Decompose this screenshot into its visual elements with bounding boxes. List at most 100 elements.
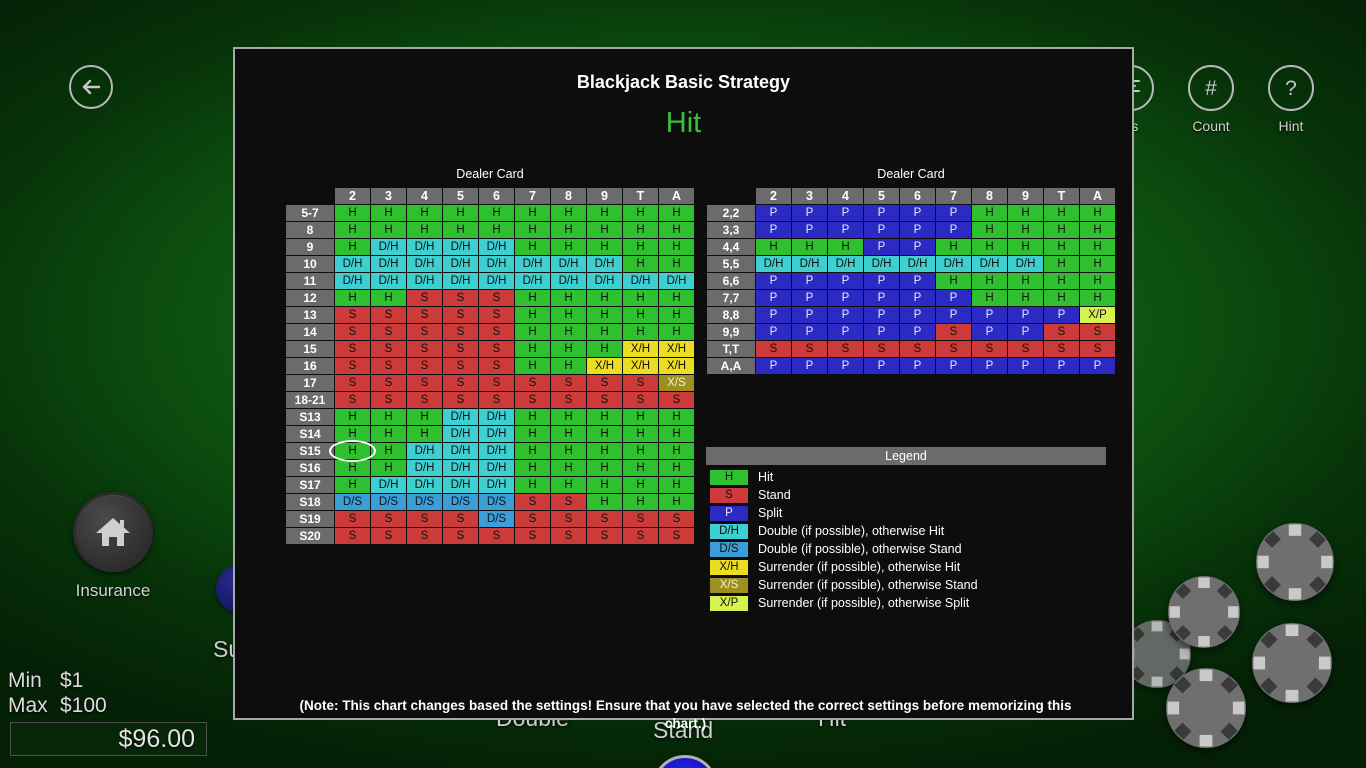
row-header-S20: S20 [286, 528, 334, 544]
row-header-5-5: 5,5 [707, 256, 755, 272]
table-row: S15 H H D/H D/H D/H H H H H H [286, 440, 694, 462]
strategy-cell: H [515, 460, 550, 476]
row-header-3-3: 3,3 [707, 222, 755, 238]
strategy-cell: D/S [371, 494, 406, 510]
strategy-cell: S [371, 375, 406, 391]
row-header-S19: S19 [286, 511, 334, 527]
table-row: 6,6 P P P P P H H H H H [707, 273, 1115, 289]
strategy-cell: D/H [335, 256, 370, 272]
strategy-cell: H [587, 239, 622, 255]
strategy-cell: S [443, 324, 478, 340]
strategy-cell: H [972, 273, 1007, 289]
legend-row: D/S Double (if possible), otherwise Stand [706, 540, 1106, 558]
strategy-cell: S [443, 528, 478, 544]
strategy-cell: P [972, 324, 1007, 340]
strategy-cell: H [1008, 205, 1043, 221]
strategy-cell: S [335, 392, 370, 408]
strategy-cell: H [407, 205, 442, 221]
clear-bet-chip[interactable]: Clear Bet [1256, 523, 1334, 601]
insurance-button[interactable]: Insurance [73, 492, 153, 601]
chip-25[interactable]: 25 [1252, 623, 1332, 703]
ok-button[interactable]: OK [652, 755, 718, 768]
strategy-cell: S [335, 511, 370, 527]
row-header-T-T: T,T [707, 341, 755, 357]
count-button[interactable]: # Count [1188, 65, 1234, 134]
strategy-cell: P [828, 222, 863, 238]
table-corner [286, 188, 334, 204]
back-button[interactable] [69, 65, 113, 109]
chip-5[interactable]: 5 [1168, 576, 1240, 648]
strategy-cell: P [828, 205, 863, 221]
strategy-cell: H [551, 307, 586, 323]
strategy-cell: H [335, 477, 370, 493]
strategy-cell: H [936, 273, 971, 289]
strategy-cell: S [443, 290, 478, 306]
strategy-cell: H [587, 477, 622, 493]
strategy-cell: D/H [515, 256, 550, 272]
strategy-cell: P [756, 358, 791, 374]
strategy-cell: D/H [972, 256, 1007, 272]
strategy-cell: H [1044, 273, 1079, 289]
strategy-cell: H [623, 239, 658, 255]
dealer-card-header-A: A [1080, 188, 1115, 204]
hint-button[interactable]: ? Hint [1268, 65, 1314, 134]
strategy-cell: D/H [828, 256, 863, 272]
table-header-row: 23456789TA [707, 188, 1115, 204]
strategy-cell: H [371, 426, 406, 442]
strategy-cell: D/H [407, 256, 442, 272]
strategy-cell: H [335, 290, 370, 306]
strategy-cell: H [1044, 290, 1079, 306]
dealer-card-header-5: 5 [864, 188, 899, 204]
home-icon [73, 492, 153, 572]
strategy-cell: S [515, 375, 550, 391]
strategy-cell: D/H [443, 443, 478, 459]
strategy-cell: H [1080, 222, 1115, 238]
row-header-15: 15 [286, 341, 334, 357]
strategy-cell: H [335, 222, 370, 238]
decision-result: Hit [665, 107, 702, 139]
table-row: S18 D/S D/S D/S D/S D/S S S H H H [286, 494, 694, 510]
strategy-cell: D/H [659, 273, 694, 289]
pairs-dealer-caption: Dealer Card [877, 167, 945, 181]
legend-row: P Split [706, 504, 1106, 522]
balance-display: $96.00 [10, 722, 207, 756]
strategy-cell: S [623, 528, 658, 544]
strategy-cell: H [335, 205, 370, 221]
dealer-card-header-9: 9 [1008, 188, 1043, 204]
strategy-cell: H [659, 239, 694, 255]
pairs-table: 23456789TA 2,2 P P P P P P H H H H 3,3 P P P P P P H H H H 4,4… [706, 187, 1116, 375]
strategy-cell: H [443, 222, 478, 238]
strategy-cell: D/H [371, 477, 406, 493]
strategy-cell: X/P [1080, 307, 1115, 323]
chip-100[interactable]: 100 [1166, 668, 1246, 748]
strategy-cell: P [900, 324, 935, 340]
strategy-cell: H [515, 341, 550, 357]
strategy-cell: D/H [443, 239, 478, 255]
strategy-cell: P [828, 324, 863, 340]
table-row: S17 H D/H D/H D/H D/H H H H H H [286, 477, 694, 493]
dealer-card-header-4: 4 [828, 188, 863, 204]
strategy-cell: S [551, 511, 586, 527]
strategy-cell: S [515, 511, 550, 527]
strategy-cell: H [371, 409, 406, 425]
strategy-cell: P [1080, 358, 1115, 374]
strategy-cell: P [900, 222, 935, 238]
strategy-cell: P [864, 307, 899, 323]
strategy-cell: H [659, 205, 694, 221]
dealer-card-header-6: 6 [479, 188, 514, 204]
strategy-cell: D/H [443, 460, 478, 476]
strategy-cell: S [371, 511, 406, 527]
legend-key-X-P: X/P [710, 595, 748, 611]
strategy-cell: S [551, 528, 586, 544]
strategy-cell: P [1044, 358, 1079, 374]
pairs-chart: Dealer Card 23456789TA 2,2 P P P P P P H H H H 3,3 P… [706, 167, 1116, 375]
table-row: 12 H H S S S H H H H H [286, 290, 694, 306]
strategy-cell: H [515, 205, 550, 221]
strategy-cell: H [659, 409, 694, 425]
strategy-cell: P [864, 222, 899, 238]
strategy-cell: H [587, 307, 622, 323]
strategy-cell: H [659, 324, 694, 340]
table-row: 7,7 P P P P P P H H H H [707, 290, 1115, 306]
row-header-12: 12 [286, 290, 334, 306]
strategy-cell: S [479, 324, 514, 340]
